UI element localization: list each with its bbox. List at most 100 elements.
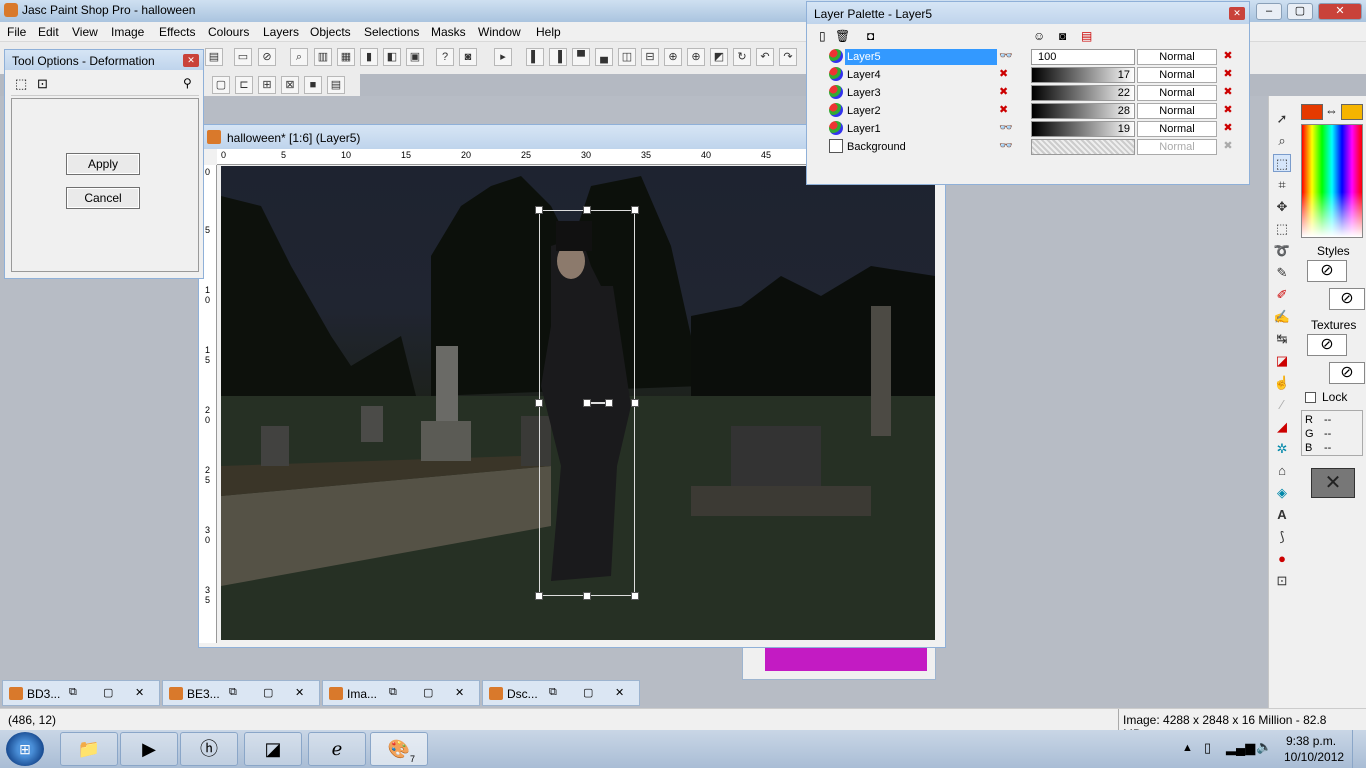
close-icon[interactable]: ✕	[135, 686, 144, 699]
pin-icon[interactable]: ⚲	[183, 76, 192, 90]
selection-tool-icon[interactable]: ⬚	[1273, 220, 1291, 238]
zoom-tool-icon[interactable]: ⌕	[1273, 132, 1291, 150]
deform-handle-tl[interactable]	[535, 206, 543, 214]
visibility-icon[interactable]: ☺	[1033, 29, 1045, 43]
align-bottom-icon[interactable]: ▄	[595, 48, 613, 66]
deform-handle-rotate[interactable]	[605, 399, 613, 407]
layer-opacity-slider[interactable]: 28	[1031, 103, 1135, 119]
deform-handle-bl[interactable]	[535, 592, 543, 600]
menu-view[interactable]: View	[72, 25, 98, 39]
flood-fill-icon[interactable]: ◈	[1273, 484, 1291, 502]
dropper-tool-icon[interactable]: ✎	[1273, 264, 1291, 282]
camera-icon[interactable]: ◙	[459, 48, 477, 66]
deform-stack-icon[interactable]: ▤	[327, 76, 345, 94]
layer-row[interactable]: Layer5 👓 100 Normal ✖	[817, 48, 1237, 66]
menu-objects[interactable]: Objects	[310, 25, 351, 39]
deform-tab-icon[interactable]: ⊡	[37, 76, 48, 92]
center-v-icon[interactable]: ⊟	[641, 48, 659, 66]
layer-row[interactable]: Background 👓 Normal ✖	[817, 138, 1237, 156]
undo-deform-icon[interactable]: ↶	[756, 48, 774, 66]
clone-brush-icon[interactable]: ✍	[1273, 308, 1291, 326]
image-canvas[interactable]	[221, 166, 935, 640]
clock-date[interactable]: 10/10/2012	[1284, 750, 1344, 764]
layer-blend-mode[interactable]: Normal	[1137, 103, 1217, 119]
volume-tray-icon[interactable]: 🔈	[1256, 739, 1272, 755]
paint-brush-icon[interactable]: ✐	[1273, 286, 1291, 304]
scratch-remover-icon[interactable]: ⁄	[1273, 396, 1291, 414]
layer-name[interactable]: Layer5	[845, 49, 997, 65]
deform-handle-tr[interactable]	[631, 206, 639, 214]
overview-icon[interactable]: ▦	[337, 48, 355, 66]
target-icon[interactable]: ⊕	[687, 48, 705, 66]
fg-texture-swatch[interactable]: ⊘	[1307, 334, 1347, 356]
foreground-color-swatch[interactable]	[1301, 104, 1323, 120]
layer-name[interactable]: Background	[845, 139, 997, 155]
menu-masks[interactable]: Masks	[431, 25, 466, 39]
deform-handle-center[interactable]	[583, 399, 591, 407]
redo-deform-icon[interactable]: ↷	[779, 48, 797, 66]
menu-help[interactable]: Help	[536, 25, 561, 39]
deform-handle-mr[interactable]	[631, 399, 639, 407]
glasses-icon[interactable]: 👓	[999, 49, 1019, 65]
layer-row[interactable]: Layer2 ✖ 28 Normal ✖	[817, 102, 1237, 120]
picture-tube-icon[interactable]: ✲	[1273, 440, 1291, 458]
align-top-icon[interactable]: ▀	[572, 48, 590, 66]
layer-group-icon[interactable]: ▤	[1081, 29, 1092, 43]
device-tray-icon[interactable]: ▯	[1204, 740, 1211, 756]
zoom-icon[interactable]: ⌕	[290, 48, 308, 66]
eraser-icon[interactable]: ◢	[1273, 418, 1291, 436]
lock-icon[interactable]: ✖	[1221, 103, 1235, 117]
mask-link-icon[interactable]: ◙	[1059, 29, 1066, 43]
bg-style-swatch[interactable]: ⊘	[1329, 288, 1365, 310]
layer-opacity-slider[interactable]: 22	[1031, 85, 1135, 101]
minimized-window[interactable]: Ima... ⧉ ▢ ✕	[322, 680, 480, 706]
media-player-taskbar-icon[interactable]: ▶	[120, 732, 178, 766]
layer-opacity-slider[interactable]: 17	[1031, 67, 1135, 83]
lock-checkbox[interactable]	[1305, 392, 1316, 403]
deform-scale-icon[interactable]: ⊞	[258, 76, 276, 94]
airbrush-icon[interactable]: ⌂	[1273, 462, 1291, 480]
deform-handle-bm[interactable]	[583, 592, 591, 600]
lock-icon[interactable]: ✖	[1221, 49, 1235, 63]
menu-edit[interactable]: Edit	[38, 25, 59, 39]
close-icon[interactable]: ✕	[295, 686, 304, 699]
fg-style-swatch[interactable]: ⊘	[1307, 260, 1347, 282]
minimized-window[interactable]: Dsc... ⧉ ▢ ✕	[482, 680, 640, 706]
delete-layer-icon[interactable]: 🗑	[835, 29, 850, 43]
layer-blend-mode[interactable]: Normal	[1137, 49, 1217, 65]
menu-layers[interactable]: Layers	[263, 25, 299, 39]
deform-skew-icon[interactable]: ⊏	[235, 76, 253, 94]
lock-icon[interactable]: ✖	[1221, 67, 1235, 81]
deform-handle-br[interactable]	[631, 592, 639, 600]
glasses-icon[interactable]: 👓	[999, 139, 1019, 155]
restore-icon[interactable]: ⧉	[69, 686, 77, 699]
document-window[interactable]: halloween* [1:6] (Layer5) 0 5 10 15 20 2…	[198, 124, 946, 648]
restore-icon[interactable]: ⧉	[549, 686, 557, 699]
layer-name[interactable]: Layer3	[845, 85, 997, 101]
background-color-swatch[interactable]	[1341, 104, 1363, 120]
apply-button[interactable]: Apply	[66, 153, 140, 175]
layer-row[interactable]: Layer1 👓 19 Normal ✖	[817, 120, 1237, 138]
align-right-icon[interactable]: ▐	[549, 48, 567, 66]
clock-time[interactable]: 9:38 p.m.	[1286, 734, 1336, 748]
show-hidden-icons[interactable]: ▲	[1182, 742, 1193, 754]
layer-row[interactable]: Layer4 ✖ 17 Normal ✖	[817, 66, 1237, 84]
cancel-button[interactable]: Cancel	[66, 187, 140, 209]
layer-blend-mode[interactable]: Normal	[1137, 121, 1217, 137]
paste-icon[interactable]: ▤	[205, 48, 223, 66]
retouch-icon[interactable]: ☝	[1273, 374, 1291, 392]
network-tray-icon[interactable]: ▂▄▆	[1226, 740, 1255, 756]
crop-tool-icon[interactable]: ⌗	[1273, 176, 1291, 194]
restore-icon[interactable]: ⧉	[389, 686, 397, 699]
minimize-button[interactable]: –	[1256, 3, 1282, 20]
menu-file[interactable]: File	[7, 25, 26, 39]
layer-blend-mode[interactable]: Normal	[1137, 85, 1217, 101]
minimized-window[interactable]: BD3... ⧉ ▢ ✕	[2, 680, 160, 706]
lock-icon[interactable]: ✖	[1221, 85, 1235, 99]
colour-palette-icon[interactable]: ◧	[383, 48, 401, 66]
arrow-tool-icon[interactable]: ➚	[1273, 110, 1291, 128]
draw-tool-icon[interactable]: ⟆	[1273, 528, 1291, 546]
selection-tab-icon[interactable]: ⬚	[15, 76, 27, 92]
preset-shapes-icon[interactable]: ●	[1273, 550, 1291, 568]
restore-icon[interactable]: ⧉	[229, 686, 237, 699]
